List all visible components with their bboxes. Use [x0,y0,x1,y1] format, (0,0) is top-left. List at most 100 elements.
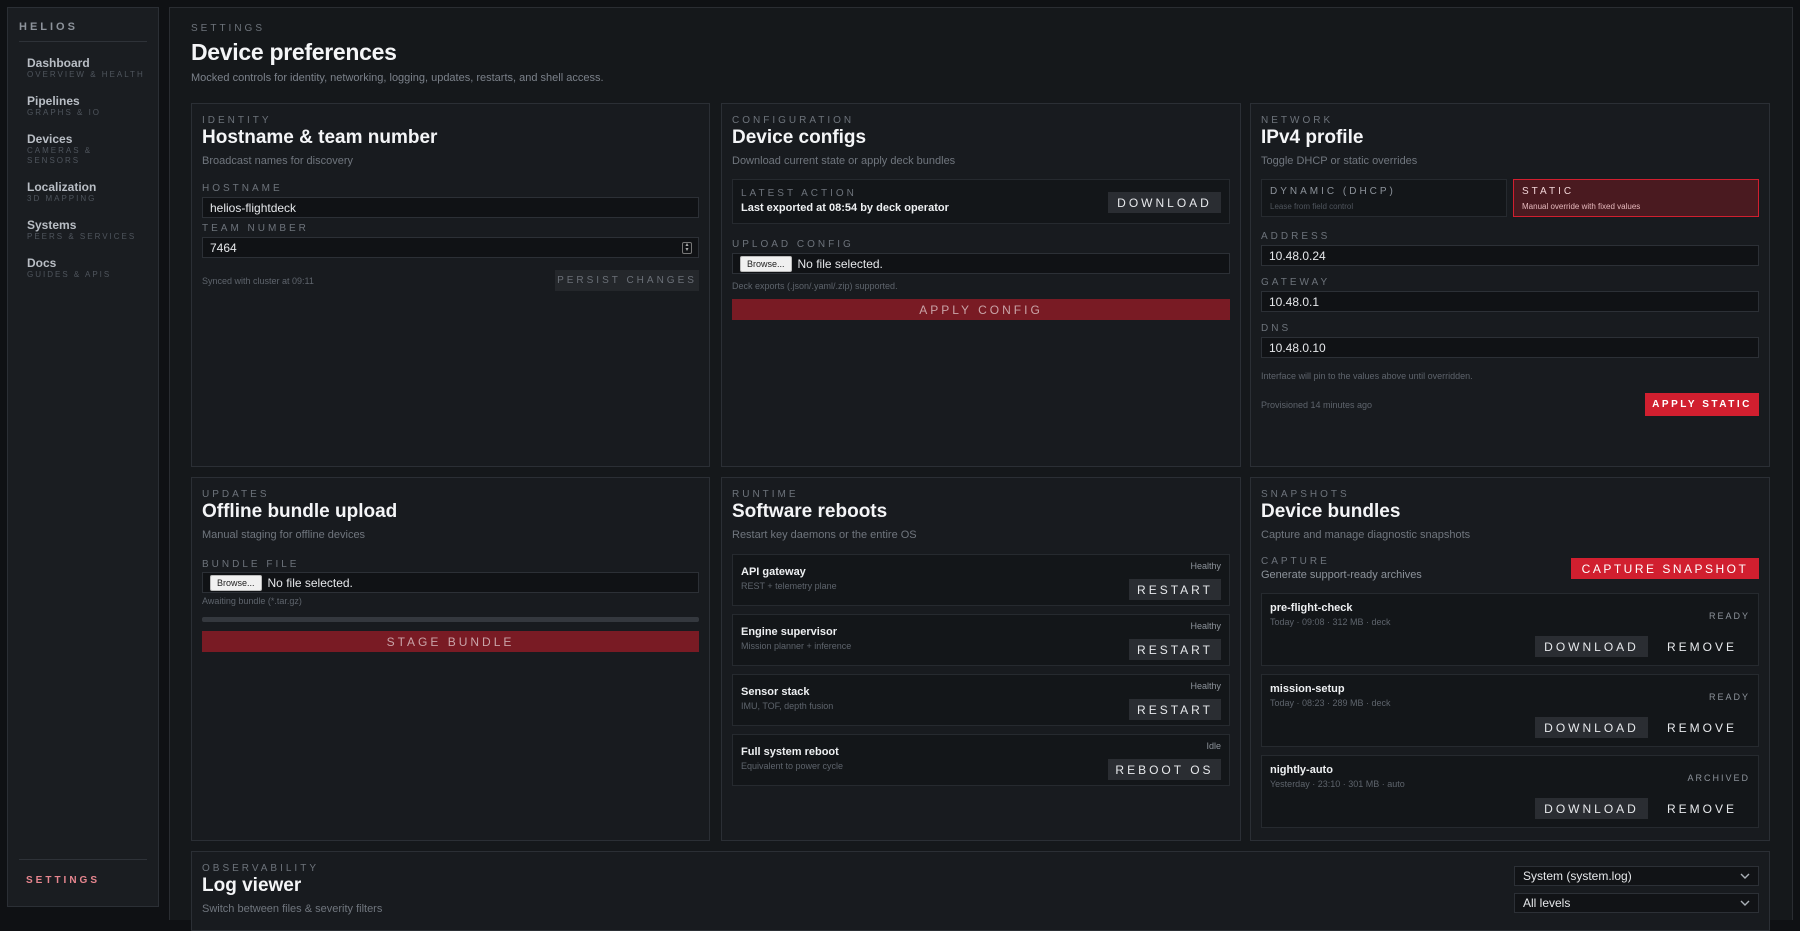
observability-card: OBSERVABILITY Log viewer Switch between … [191,851,1770,931]
sidebar: HELIOS Dashboard OVERVIEW & HEALTH Pipel… [7,7,159,907]
card-eyebrow: IDENTITY [202,115,272,126]
team-number-input[interactable]: 7464 ▴ ▾ [202,237,699,258]
upload-progress-bar [202,617,699,622]
restart-button[interactable]: RESTART [1129,579,1221,600]
snapshot-remove-button[interactable]: REMOVE [1654,636,1750,657]
static-desc: Manual override with fixed values [1522,202,1641,211]
stepper-icon[interactable]: ▴ ▾ [682,242,692,254]
snapshot-meta: Yesterday · 23:10 · 301 MB · auto [1270,779,1405,789]
card-subtitle: Restart key daemons or the entire OS [732,529,917,541]
download-config-button[interactable]: DOWNLOAD [1108,192,1221,213]
hostname-label: HOSTNAME [202,183,283,194]
sidebar-item-settings[interactable]: SETTINGS [26,875,100,886]
reboot-os-button[interactable]: REBOOT OS [1108,759,1221,780]
stage-bundle-button[interactable]: STAGE BUNDLE [202,631,699,652]
service-status: Healthy [1190,681,1221,691]
capture-label: CAPTURE [1261,556,1330,567]
sidebar-item-label: Pipelines [27,94,80,108]
sidebar-item-subtitle: CAMERAS & SENSORS [27,146,93,165]
sidebar-item-subtitle: 3D MAPPING [27,194,97,203]
latest-action-value: Last exported at 08:54 by deck operator [741,202,949,214]
service-desc: REST + telemetry plane [741,581,837,591]
config-file-input[interactable]: Browse... No file selected. [732,253,1230,274]
log-file-select-value: System (system.log) [1523,869,1632,883]
sidebar-item-label: Localization [27,180,97,194]
static-option[interactable]: STATIC Manual override with fixed values [1513,179,1759,217]
snapshot-meta: Today · 09:08 · 312 MB · deck [1270,617,1391,627]
apply-static-button[interactable]: APPLY STATIC [1645,393,1759,416]
bundle-file-input[interactable]: Browse... No file selected. [202,572,699,593]
identity-card: IDENTITY Hostname & team number Broadcas… [191,103,710,467]
snapshots-card: SNAPSHOTS Device bundles Capture and man… [1250,477,1770,841]
provisioned-status: Provisioned 14 minutes ago [1261,400,1373,410]
dhcp-desc: Lease from field control [1270,202,1354,211]
chevron-down-icon [1740,900,1750,906]
card-subtitle: Broadcast names for discovery [202,155,354,167]
static-title: STATIC [1522,186,1575,197]
restart-button[interactable]: RESTART [1129,639,1221,660]
restart-button[interactable]: RESTART [1129,699,1221,720]
page-eyebrow: SETTINGS [191,23,266,34]
browse-button[interactable]: Browse... [740,255,792,272]
card-eyebrow: OBSERVABILITY [202,863,319,874]
configuration-card: CONFIGURATION Device configs Download cu… [721,103,1241,467]
sidebar-item-label: Devices [27,132,73,146]
latest-action-panel: LATEST ACTION Last exported at 08:54 by … [732,179,1230,224]
gateway-input[interactable]: 10.48.0.1 [1261,291,1759,312]
sidebar-item-label: Dashboard [27,56,90,70]
log-level-select[interactable]: All levels [1514,893,1759,913]
service-name: Sensor stack [741,686,810,698]
snapshot-name: nightly-auto [1270,764,1333,776]
sidebar-item-label: Systems [27,218,77,232]
card-title: Software reboots [732,501,888,522]
sidebar-item-subtitle: OVERVIEW & HEALTH [27,70,145,79]
upload-hint: Deck exports (.json/.yaml/.zip) supporte… [732,281,898,291]
sidebar-item-subtitle: GUIDES & APIS [27,270,112,279]
address-input[interactable]: 10.48.0.24 [1261,245,1759,266]
snapshot-download-button[interactable]: DOWNLOAD [1535,636,1648,657]
bundle-file-label: BUNDLE FILE [202,559,300,570]
dns-input[interactable]: 10.48.0.10 [1261,337,1759,358]
gateway-label: GATEWAY [1261,277,1331,288]
upload-config-label: UPLOAD CONFIG [732,239,854,250]
card-eyebrow: NETWORK [1261,115,1334,126]
snapshot-download-button[interactable]: DOWNLOAD [1535,798,1648,819]
card-eyebrow: UPDATES [202,489,270,500]
service-name: API gateway [741,566,806,578]
sidebar-item-localization[interactable]: Localization 3D MAPPING [27,180,152,218]
team-number-label: TEAM NUMBER [202,223,309,234]
card-subtitle: Switch between files & severity filters [202,903,383,915]
network-card: NETWORK IPv4 profile Toggle DHCP or stat… [1250,103,1770,467]
snapshot-remove-button[interactable]: REMOVE [1654,717,1750,738]
apply-config-button[interactable]: APPLY CONFIG [732,299,1230,320]
sidebar-item-dashboard[interactable]: Dashboard OVERVIEW & HEALTH [27,56,152,94]
sidebar-item-pipelines[interactable]: Pipelines GRAPHS & IO [27,94,152,132]
service-status: Healthy [1190,561,1221,571]
dhcp-option[interactable]: DYNAMIC (DHCP) Lease from field control [1261,179,1507,217]
snapshot-remove-button[interactable]: REMOVE [1654,798,1750,819]
dns-label: DNS [1261,323,1292,334]
log-file-select[interactable]: System (system.log) [1514,866,1759,886]
sidebar-item-devices[interactable]: Devices CAMERAS & SENSORS [27,132,152,180]
card-eyebrow: RUNTIME [732,489,799,500]
sync-status: Synced with cluster at 09:11 [202,276,314,286]
card-title: IPv4 profile [1261,127,1364,148]
card-title: Hostname & team number [202,127,438,148]
capture-snapshot-button[interactable]: CAPTURE SNAPSHOT [1571,558,1759,579]
persist-changes-button[interactable]: PERSIST CHANGES [555,270,699,291]
card-subtitle: Toggle DHCP or static overrides [1261,155,1418,167]
card-eyebrow: CONFIGURATION [732,115,855,126]
service-status: Idle [1206,741,1221,751]
snapshot-name: pre-flight-check [1270,602,1353,614]
snapshot-status: ARCHIVED [1687,773,1750,783]
card-subtitle: Download current state or apply deck bun… [732,155,956,167]
snapshot-download-button[interactable]: DOWNLOAD [1535,717,1648,738]
sidebar-item-docs[interactable]: Docs GUIDES & APIS [27,256,152,294]
hostname-input[interactable]: helios-flightdeck [202,197,699,218]
card-title: Log viewer [202,875,302,896]
sidebar-item-systems[interactable]: Systems PEERS & SERVICES [27,218,152,256]
card-eyebrow: SNAPSHOTS [1261,489,1350,500]
address-label: ADDRESS [1261,231,1331,242]
sidebar-item-label: Docs [27,256,57,270]
browse-button[interactable]: Browse... [210,574,262,591]
